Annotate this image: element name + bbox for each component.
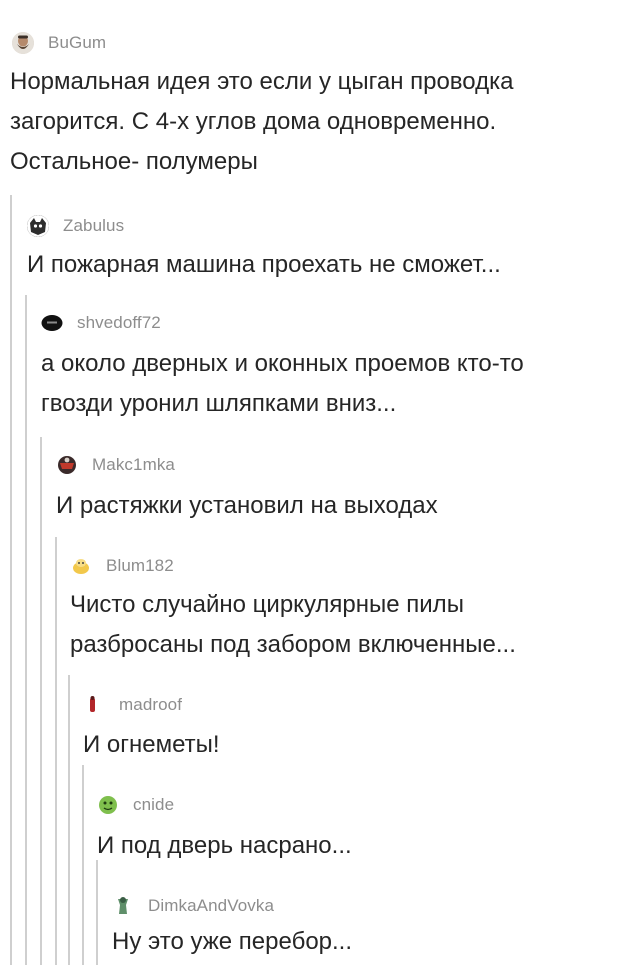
comment-text: а около дверных и оконных проемов кто-то… [41, 350, 524, 417]
comment-username[interactable]: Zabulus [63, 216, 124, 236]
comment-header: cnide [97, 792, 174, 818]
thread-guide-line [96, 860, 98, 965]
comment-header: madroof [83, 692, 182, 718]
comment-username[interactable]: cnide [133, 795, 174, 815]
comment-header: Blum182 [70, 553, 174, 579]
comment-header: BuGum [12, 30, 106, 56]
dark-creature-avatar-icon[interactable] [27, 215, 49, 237]
comment-header: shvedoff72 [41, 310, 161, 336]
comment-text: Чисто случайно циркулярные пилы разброса… [70, 591, 516, 658]
comment-text: И огнеметы! [83, 731, 220, 758]
comment-username[interactable]: madroof [119, 695, 182, 715]
thread-guide-line [82, 765, 84, 965]
comment-username[interactable]: Blum182 [106, 556, 174, 576]
black-oval-avatar-icon[interactable] [41, 312, 63, 334]
comment-header: Makc1mka [56, 452, 175, 478]
comment-username[interactable]: Makc1mka [92, 455, 175, 475]
green-face-avatar-icon[interactable] [97, 794, 119, 816]
comment-username[interactable]: shvedoff72 [77, 313, 161, 333]
thread-guide-line [25, 295, 27, 965]
red-dark-avatar-icon[interactable] [56, 454, 78, 476]
comment-text: И растяжки установил на выходах [56, 492, 438, 519]
comment-header: Zabulus [27, 213, 124, 239]
red-figure-avatar-icon[interactable] [83, 694, 105, 716]
comment-text: И под дверь насрано... [97, 832, 352, 859]
thread-guide-line [55, 537, 57, 965]
thread-guide-line [10, 195, 12, 965]
comment-username[interactable]: DimkaAndVovka [148, 896, 274, 916]
comment-header: DimkaAndVovka [112, 893, 274, 919]
thread-guide-line [68, 675, 70, 965]
comment-text: Ну это уже перебор... [112, 928, 353, 955]
comment-username[interactable]: BuGum [48, 33, 106, 53]
green-character-avatar-icon[interactable] [112, 895, 134, 917]
comment-text: И пожарная машина проехать не сможет... [27, 251, 501, 278]
yellow-creature-avatar-icon[interactable] [70, 555, 92, 577]
thread-guide-line [40, 437, 42, 965]
comment-text: Нормальная идея это если у цыган проводк… [10, 68, 514, 175]
comment-thread: BuGum Нормальная идея это если у цыган п… [0, 0, 640, 965]
bearded-man-avatar-icon[interactable] [12, 32, 34, 54]
